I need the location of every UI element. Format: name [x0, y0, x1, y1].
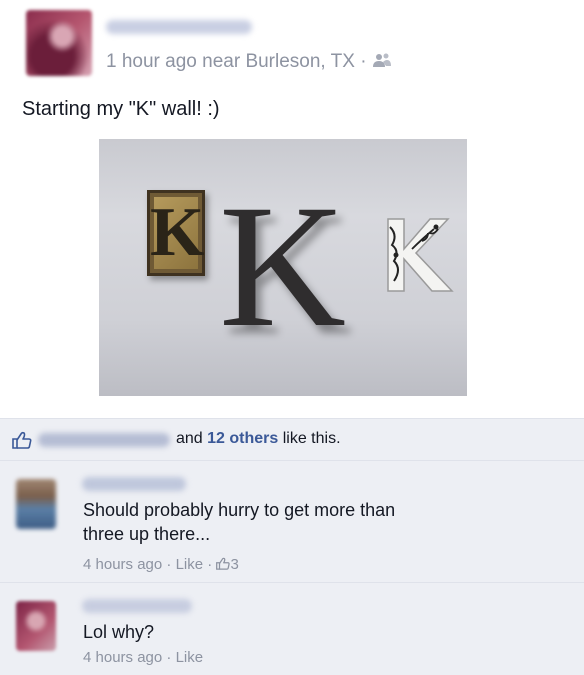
likes-and: and: [176, 430, 208, 447]
likes-suffix: like this.: [278, 430, 341, 447]
post-header: 1 hour ago near Burleson, TX ·: [0, 0, 584, 90]
comment-like-link[interactable]: Like: [176, 556, 204, 573]
comment: Should probably hurry to get more than t…: [0, 460, 584, 582]
post-photo[interactable]: K K: [99, 139, 467, 396]
framed-letter-glyph: K: [150, 194, 205, 271]
author-name-redacted[interactable]: [106, 20, 252, 34]
commenter-avatar[interactable]: [16, 479, 56, 529]
author-avatar[interactable]: [26, 10, 92, 76]
comment-text: Lol why?: [83, 622, 155, 642]
like-thumb-icon[interactable]: [216, 557, 231, 570]
meta-separator: ·: [162, 556, 176, 573]
likes-bar: and 12 others like this.: [0, 418, 584, 460]
comment-like-count[interactable]: 3: [230, 556, 238, 573]
commenter-avatar[interactable]: [16, 601, 56, 651]
meta-separator: ·: [162, 649, 176, 666]
comment-meta: 4 hours ago · Like · 3: [83, 556, 239, 573]
post-text: Starting my "K" wall! :): [22, 98, 220, 120]
post-meta-text[interactable]: 1 hour ago near Burleson, TX ·: [106, 51, 367, 72]
likes-summary: and 12 others like this.: [176, 430, 341, 448]
meta-separator: ·: [203, 556, 217, 573]
liker-name-redacted[interactable]: [38, 433, 170, 447]
comment-time[interactable]: 4 hours ago: [83, 556, 162, 573]
comment-time[interactable]: 4 hours ago: [83, 649, 162, 666]
commenter-name-redacted[interactable]: [82, 477, 186, 491]
framed-letter: K: [147, 190, 205, 276]
commenter-name-redacted[interactable]: [82, 599, 192, 613]
friends-icon[interactable]: [372, 52, 392, 68]
comment-meta: 4 hours ago · Like: [83, 649, 203, 666]
likes-others-link[interactable]: 12 others: [207, 430, 278, 447]
comment: Lol why? 4 hours ago · Like: [0, 582, 584, 675]
comment-text: Should probably hurry to get more than t…: [83, 500, 396, 544]
patterned-letter: [387, 218, 454, 292]
comment-like-link[interactable]: Like: [176, 649, 204, 666]
big-letter: K: [219, 169, 347, 364]
like-thumb-icon[interactable]: [12, 431, 32, 449]
post-meta: 1 hour ago near Burleson, TX ·: [106, 51, 392, 73]
